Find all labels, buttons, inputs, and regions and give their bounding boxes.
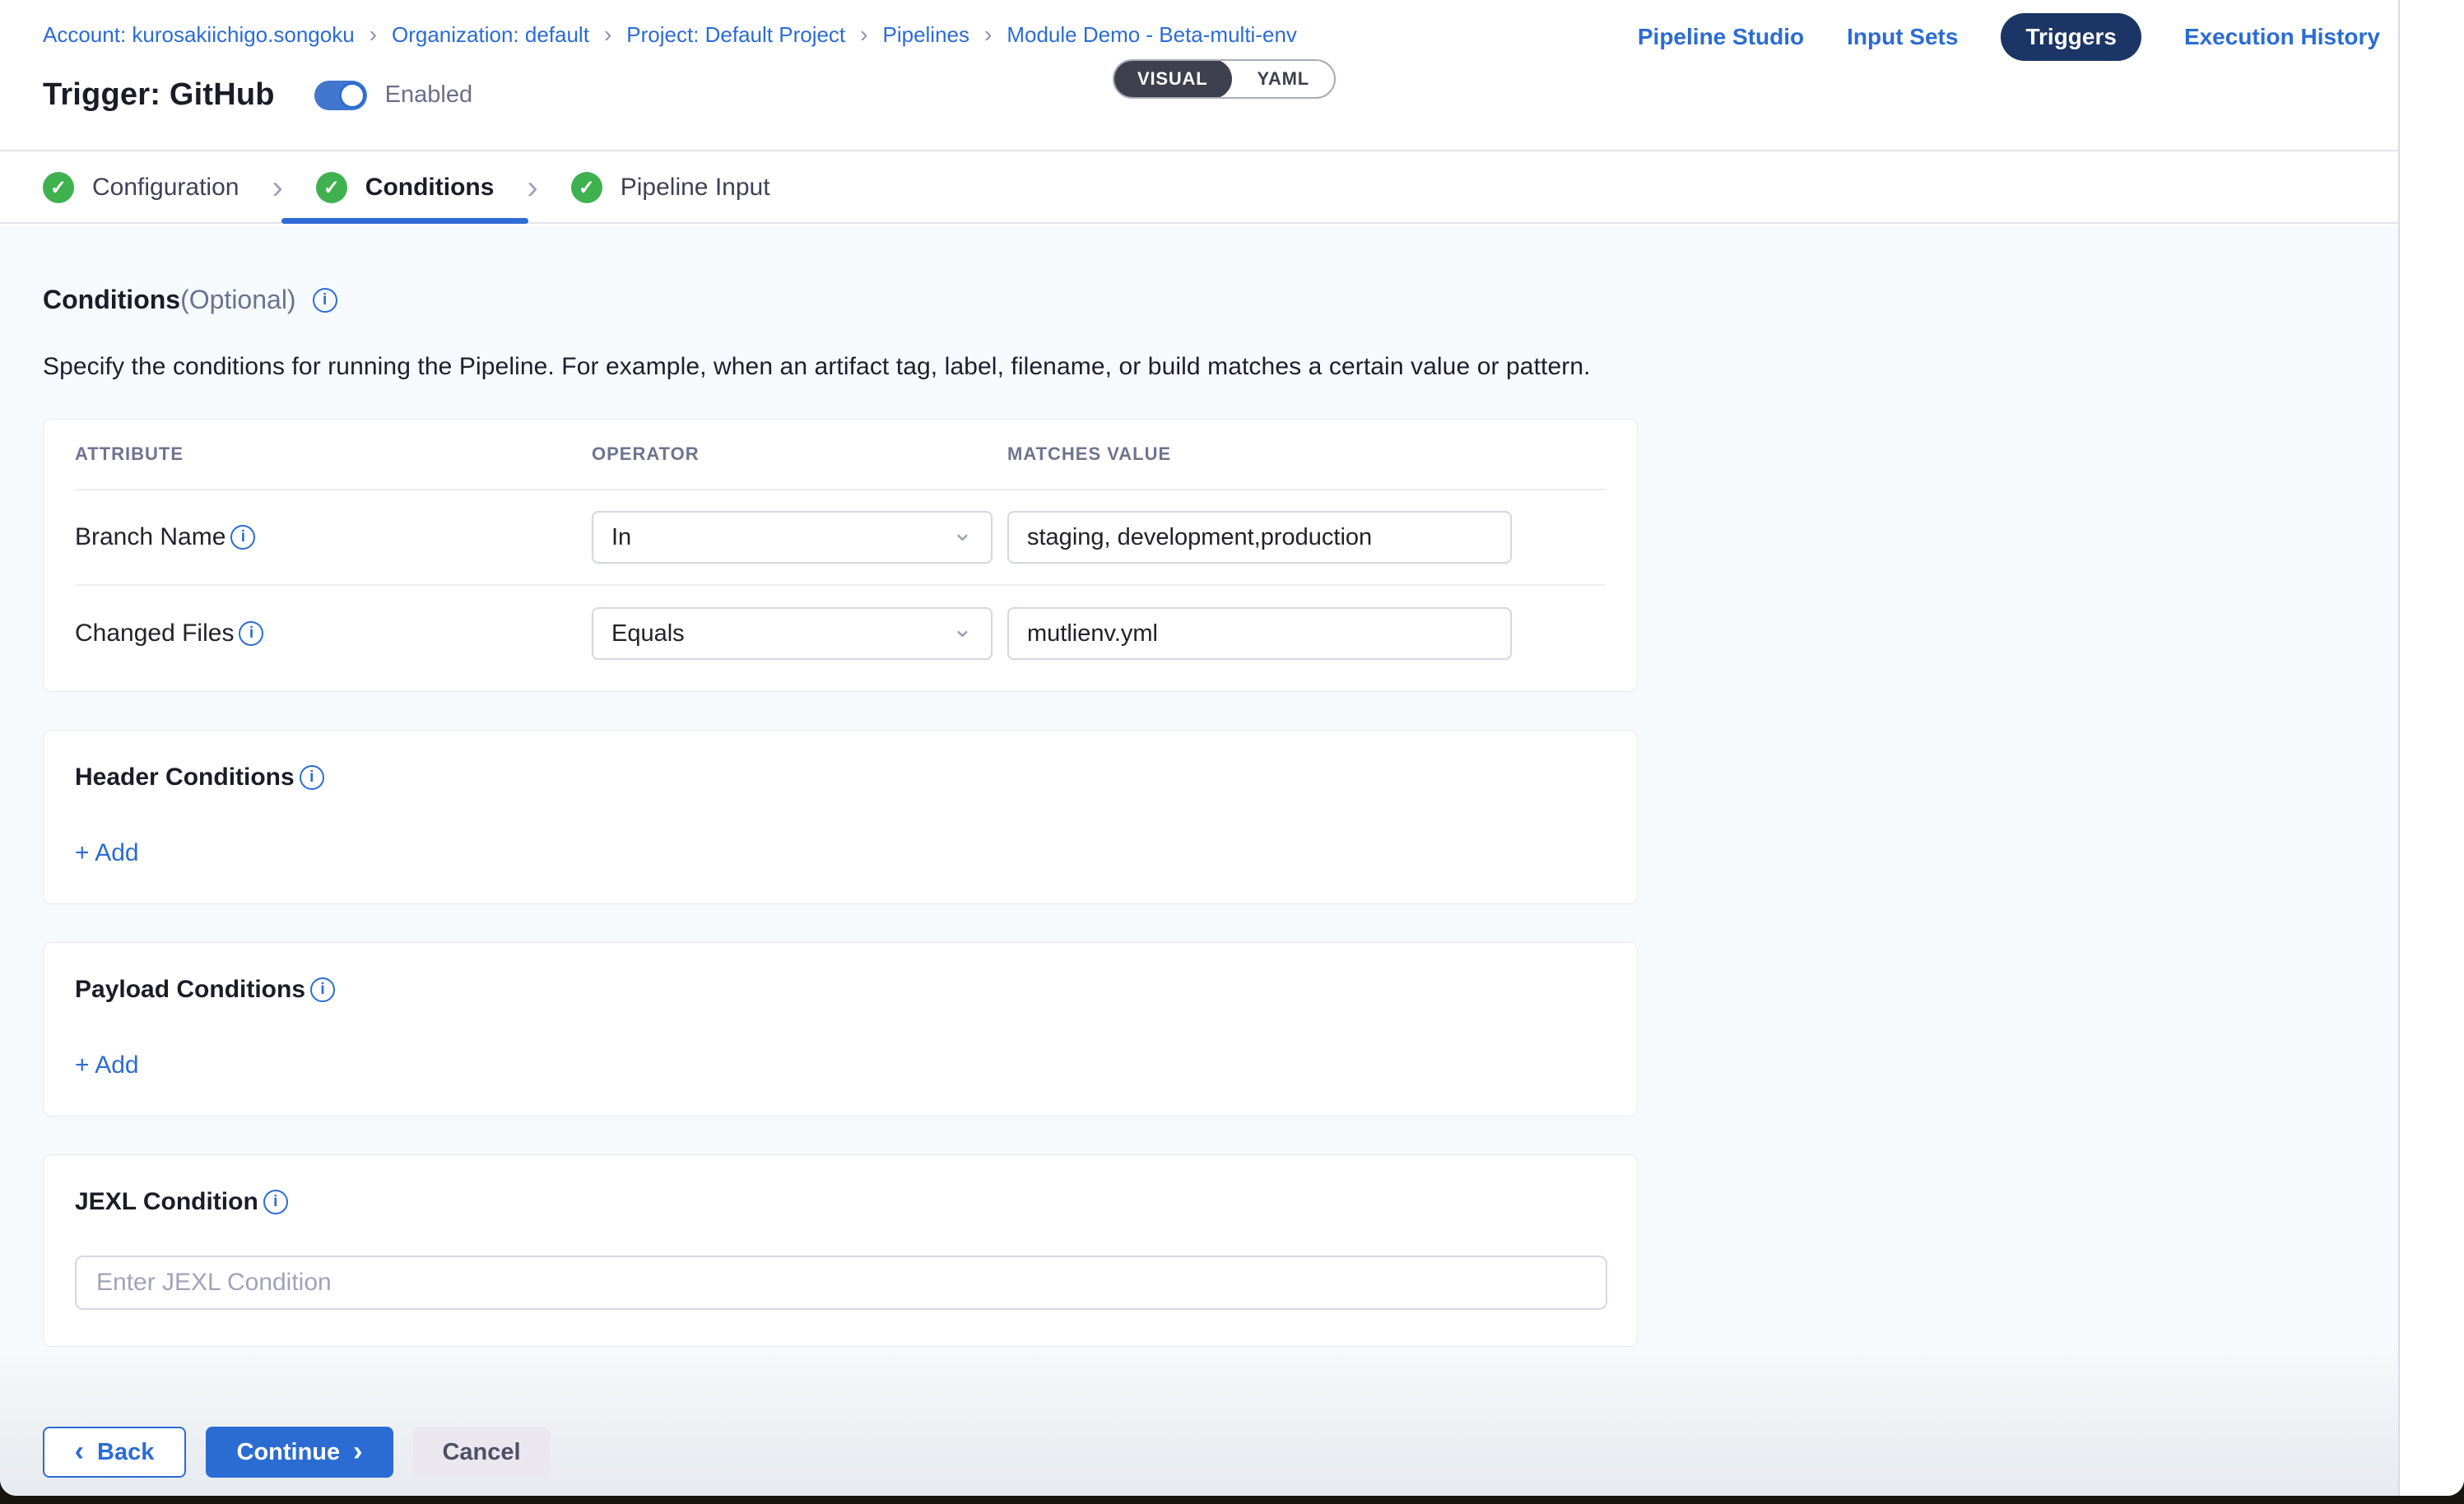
operator-select[interactable]: Equals ⌄ bbox=[592, 607, 993, 660]
conditions-table-card: ATTRIBUTE OPERATOR MATCHES VALUE Branch … bbox=[43, 419, 1638, 692]
enabled-label: Enabled bbox=[385, 81, 472, 109]
cancel-button[interactable]: Cancel bbox=[413, 1427, 550, 1478]
trigger-title-row: Trigger: GitHub Enabled bbox=[43, 77, 472, 113]
optional-label: (Optional) bbox=[180, 285, 296, 314]
back-button[interactable]: ‹ Back bbox=[43, 1427, 186, 1478]
operator-select[interactable]: In ⌄ bbox=[592, 511, 993, 564]
footer-buttons: ‹ Back Continue › Cancel bbox=[43, 1427, 550, 1478]
chevron-right-icon: › bbox=[523, 169, 541, 207]
conditions-heading: Conditions bbox=[43, 285, 180, 314]
wizard-steps: ✓ Configuration › ✓ Conditions › ✓ Pipel… bbox=[0, 153, 2464, 224]
table-header-row: ATTRIBUTE OPERATOR MATCHES VALUE bbox=[75, 420, 1606, 490]
table-row: Branch Name i In ⌄ bbox=[75, 490, 1606, 586]
attribute-text: Changed Files bbox=[75, 620, 234, 648]
pipeline-nav: Pipeline Studio Input Sets Triggers Exec… bbox=[1638, 13, 2380, 61]
operator-value: Equals bbox=[611, 620, 685, 648]
tab-configuration[interactable]: ✓ Configuration bbox=[43, 153, 268, 222]
browser-page: Account: kurosakiichigo.songoku › Organi… bbox=[0, 0, 2464, 1496]
jexl-condition-card: JEXL Condition i bbox=[43, 1154, 1638, 1347]
info-icon[interactable]: i bbox=[313, 288, 337, 313]
chevron-right-icon: › bbox=[353, 1437, 362, 1465]
wizard-footer: ‹ Back Continue › Cancel bbox=[0, 1351, 2464, 1496]
conditions-panel: Conditions(Optional) i Specify the condi… bbox=[0, 225, 2464, 1351]
info-icon[interactable]: i bbox=[310, 977, 335, 1002]
check-circle-icon: ✓ bbox=[316, 172, 347, 203]
tab-pipeline-input[interactable]: ✓ Pipeline Input bbox=[542, 153, 800, 222]
conditions-heading-row: Conditions(Optional) i bbox=[43, 285, 2464, 315]
info-icon[interactable]: i bbox=[263, 1190, 288, 1214]
cancel-button-label: Cancel bbox=[442, 1439, 520, 1466]
page-title: Trigger: GitHub bbox=[43, 77, 275, 113]
breadcrumb-pipeline-name[interactable]: Module Demo - Beta-multi-env bbox=[1007, 22, 1297, 48]
scrollbar-track[interactable] bbox=[2398, 0, 2464, 1496]
page-header: Account: kurosakiichigo.songoku › Organi… bbox=[0, 0, 2464, 151]
breadcrumb-organization[interactable]: Organization: default bbox=[392, 22, 589, 48]
info-icon[interactable]: i bbox=[230, 525, 255, 550]
nav-triggers-active[interactable]: Triggers bbox=[2001, 13, 2141, 61]
breadcrumb: Account: kurosakiichigo.songoku › Organi… bbox=[43, 21, 1297, 48]
breadcrumb-separator-icon: › bbox=[983, 21, 993, 48]
back-button-label: Back bbox=[97, 1439, 154, 1466]
enabled-toggle[interactable] bbox=[314, 81, 367, 110]
chevron-right-icon: › bbox=[268, 169, 286, 207]
column-header-attribute: ATTRIBUTE bbox=[75, 443, 592, 465]
tab-conditions[interactable]: ✓ Conditions bbox=[286, 153, 524, 222]
conditions-description: Specify the conditions for running the P… bbox=[43, 353, 2464, 381]
breadcrumb-pipelines[interactable]: Pipelines bbox=[882, 22, 969, 48]
matches-value-input[interactable] bbox=[1007, 511, 1512, 564]
tab-configuration-label: Configuration bbox=[92, 174, 239, 202]
continue-button[interactable]: Continue › bbox=[206, 1427, 393, 1478]
payload-conditions-card: Payload Conditions i + Add bbox=[43, 942, 1638, 1116]
tab-pipeline-input-label: Pipeline Input bbox=[621, 174, 770, 202]
table-row: Changed Files i Equals ⌄ bbox=[75, 586, 1606, 681]
nav-execution-history[interactable]: Execution History bbox=[2184, 24, 2380, 50]
breadcrumb-separator-icon: › bbox=[368, 21, 379, 48]
operator-value: In bbox=[611, 524, 631, 551]
jexl-condition-title: JEXL Condition bbox=[75, 1188, 258, 1216]
chevron-left-icon: ‹ bbox=[75, 1437, 84, 1465]
breadcrumb-account[interactable]: Account: kurosakiichigo.songoku bbox=[43, 22, 355, 48]
attribute-label: Branch Name i bbox=[75, 523, 592, 551]
matches-value-input[interactable] bbox=[1007, 607, 1512, 660]
breadcrumb-project[interactable]: Project: Default Project bbox=[626, 22, 845, 48]
attribute-text: Branch Name bbox=[75, 523, 225, 551]
column-header-matches-value: MATCHES VALUE bbox=[1007, 443, 1606, 465]
add-payload-condition-button[interactable]: + Add bbox=[75, 1051, 139, 1079]
attribute-label: Changed Files i bbox=[75, 620, 592, 648]
check-circle-icon: ✓ bbox=[43, 172, 74, 203]
check-circle-icon: ✓ bbox=[571, 172, 602, 203]
info-icon[interactable]: i bbox=[239, 621, 263, 646]
continue-button-label: Continue bbox=[237, 1439, 341, 1466]
visual-toggle-button[interactable]: VISUAL bbox=[1113, 59, 1232, 99]
payload-conditions-title: Payload Conditions bbox=[75, 976, 305, 1004]
toggle-knob-icon bbox=[339, 82, 365, 109]
nav-pipeline-studio[interactable]: Pipeline Studio bbox=[1638, 24, 1804, 50]
header-conditions-card: Header Conditions i + Add bbox=[43, 730, 1638, 904]
header-conditions-title: Header Conditions bbox=[75, 764, 295, 791]
column-header-operator: OPERATOR bbox=[592, 443, 1007, 465]
nav-input-sets[interactable]: Input Sets bbox=[1847, 24, 1958, 50]
info-icon[interactable]: i bbox=[300, 765, 324, 790]
tab-conditions-label: Conditions bbox=[365, 174, 495, 202]
visual-yaml-toggle: VISUAL YAML bbox=[1113, 59, 1336, 99]
yaml-toggle-button[interactable]: YAML bbox=[1232, 59, 1334, 99]
add-header-condition-button[interactable]: + Add bbox=[75, 839, 139, 867]
breadcrumb-separator-icon: › bbox=[602, 21, 613, 48]
breadcrumb-separator-icon: › bbox=[858, 21, 869, 48]
jexl-condition-input[interactable] bbox=[75, 1256, 1607, 1310]
